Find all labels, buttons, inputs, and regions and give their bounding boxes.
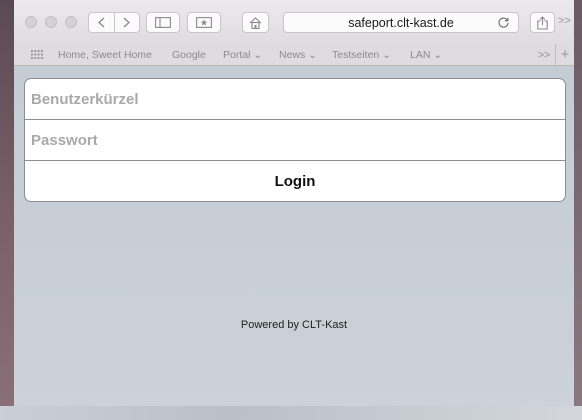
login-button[interactable]: Login: [25, 161, 565, 201]
username-input[interactable]: [25, 79, 565, 119]
password-row: [25, 120, 565, 161]
reload-icon[interactable]: [497, 16, 510, 29]
password-input[interactable]: [25, 120, 565, 160]
bookmark-news-folder[interactable]: News ⌄: [279, 49, 317, 61]
more-toolbar-items[interactable]: >>: [558, 15, 571, 27]
sidebar-button[interactable]: [146, 12, 180, 33]
bookmarks-overflow[interactable]: >>: [538, 49, 550, 61]
bookmark-home-sweet-home[interactable]: Home, Sweet Home: [58, 49, 152, 61]
back-button[interactable]: [89, 13, 115, 32]
desktop-background-left: [0, 0, 14, 420]
desktop-background-right: [574, 0, 582, 420]
bookmarks-bar: Home, Sweet Home Google Portal ⌄ News ⌄ …: [14, 44, 574, 66]
navigation-buttons: [88, 12, 140, 33]
chevron-left-icon: [97, 17, 105, 28]
desktop-background-bottom: [0, 406, 582, 420]
share-button[interactable]: [530, 12, 555, 33]
top-sites-grid-icon[interactable]: [31, 50, 43, 59]
browser-window: safeport.clt-kast.de >> Home, Sweet Home…: [14, 0, 574, 406]
zoom-window-button[interactable]: [65, 16, 77, 28]
address-url: safeport.clt-kast.de: [348, 15, 454, 30]
star-bookmark-icon: [196, 17, 212, 28]
forward-button[interactable]: [115, 13, 140, 32]
powered-by-text: Powered by CLT-Kast: [240, 319, 348, 331]
minimize-window-button[interactable]: [45, 16, 57, 28]
bookmarks-button[interactable]: [187, 12, 221, 33]
sidebar-icon: [155, 17, 171, 28]
bookmark-google[interactable]: Google: [172, 49, 206, 61]
share-icon: [537, 15, 548, 30]
bookmark-lan-folder[interactable]: LAN ⌄: [410, 49, 442, 61]
plus-icon: +: [560, 46, 570, 63]
home-icon: [249, 16, 262, 29]
close-window-button[interactable]: [25, 16, 37, 28]
home-button[interactable]: [242, 12, 269, 33]
browser-toolbar: safeport.clt-kast.de >>: [14, 0, 574, 44]
username-row: [25, 79, 565, 120]
address-bar[interactable]: safeport.clt-kast.de: [283, 12, 519, 33]
bookmark-portal-folder[interactable]: Portal ⌄: [223, 49, 262, 61]
chevron-right-icon: [123, 17, 131, 28]
page-content: Login Powered by CLT-Kast: [14, 66, 574, 406]
bookmark-testseiten-folder[interactable]: Testseiten ⌄: [332, 49, 391, 61]
new-tab-button[interactable]: +: [555, 44, 574, 65]
login-form: Login: [24, 78, 566, 202]
